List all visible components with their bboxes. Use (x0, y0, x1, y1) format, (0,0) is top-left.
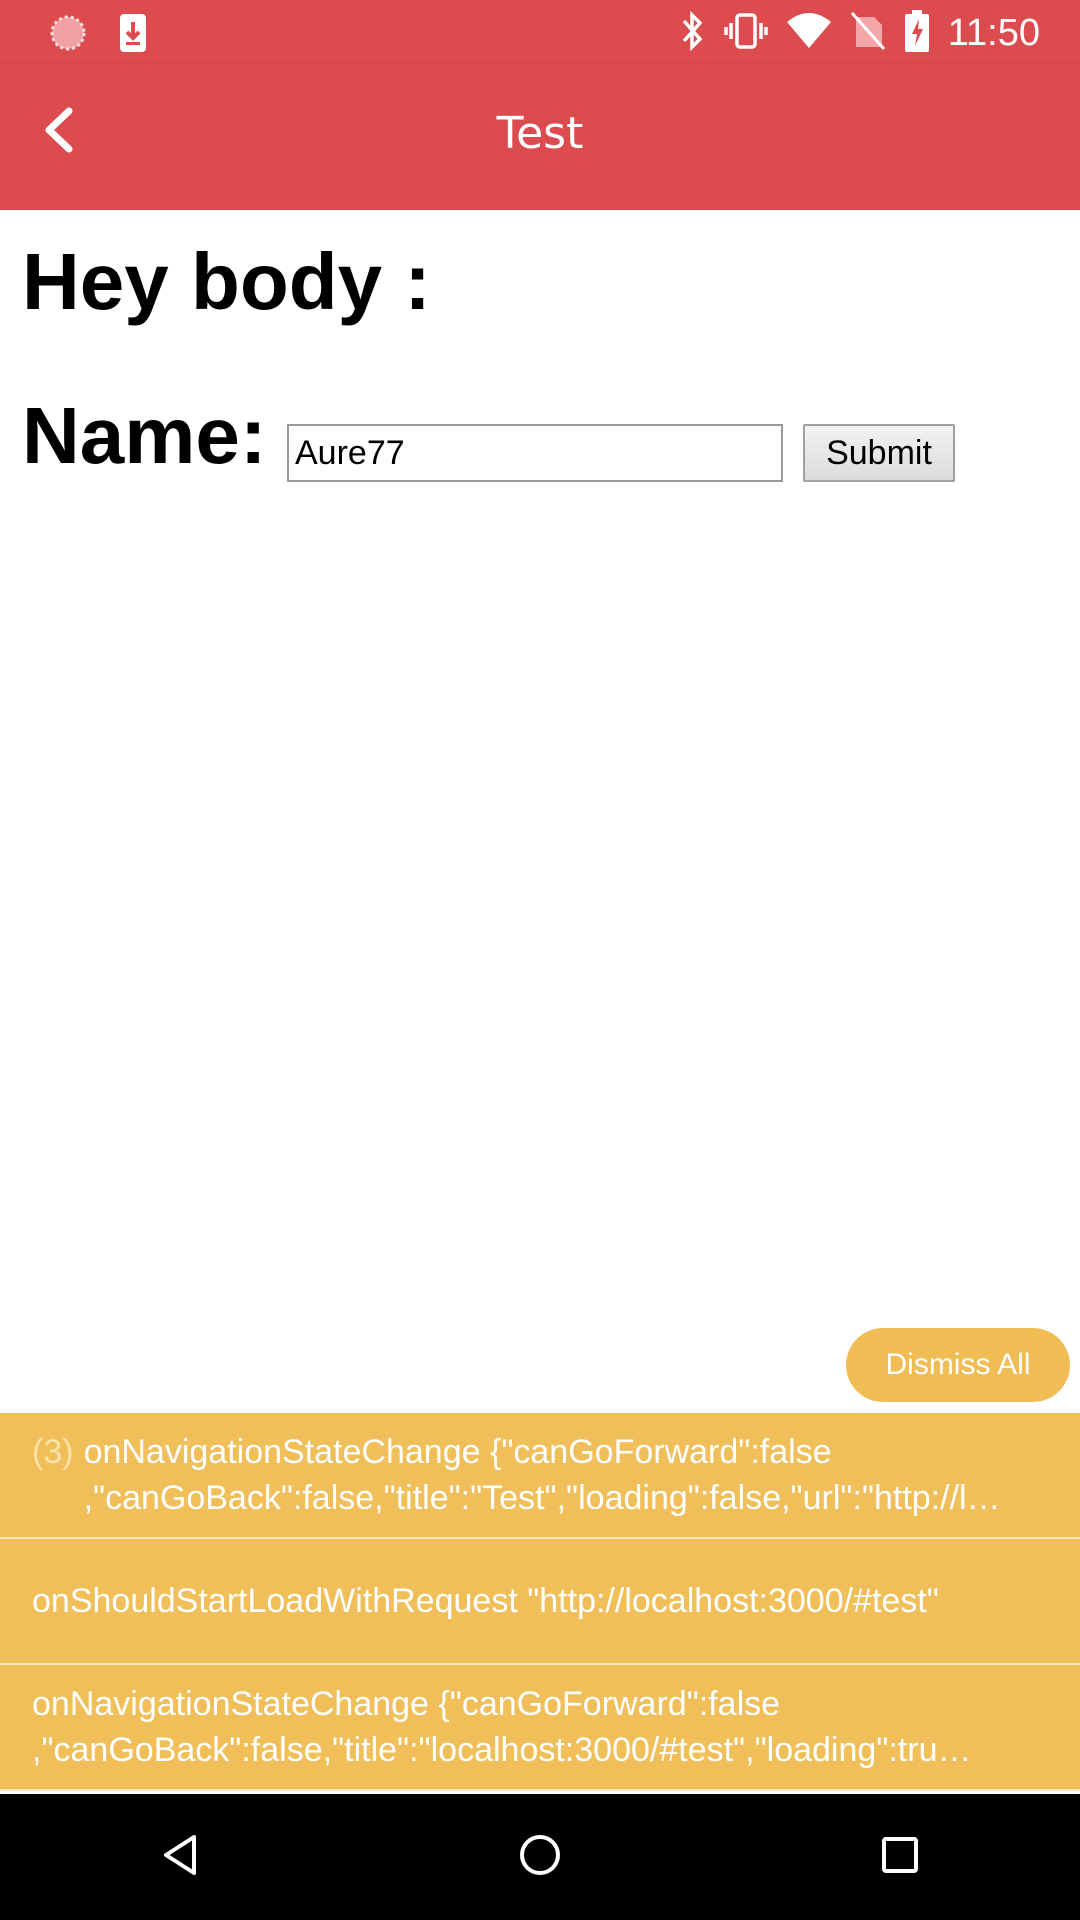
log-message-line: onShouldStartLoadWithRequest "http://loc… (32, 1582, 939, 1620)
name-input[interactable] (287, 424, 783, 482)
home-circle-icon (518, 1833, 562, 1881)
log-message-line: ,"canGoBack":false,"title":"Test","loadi… (83, 1479, 1001, 1517)
log-message-line: ,"canGoBack":false,"title":"localhost:30… (32, 1731, 972, 1769)
status-bar: 11:50 (0, 0, 1080, 64)
bluetooth-icon (680, 10, 706, 55)
nav-home-button[interactable] (490, 1807, 590, 1907)
submit-button[interactable]: Submit (803, 424, 955, 482)
loading-icon (48, 13, 88, 57)
page-title: Test (496, 108, 584, 159)
battery-charging-icon (904, 10, 930, 56)
log-warning-item[interactable]: (3) onNavigationStateChange {"canGoForwa… (0, 1413, 1080, 1539)
yellowbox-log-list: (3) onNavigationStateChange {"canGoForwa… (0, 1413, 1080, 1791)
log-warning-item[interactable]: onNavigationStateChange {"canGoForward":… (0, 1665, 1080, 1791)
page-heading: Hey body : (22, 237, 431, 326)
dismiss-all-button[interactable]: Dismiss All (846, 1328, 1070, 1402)
webview-content: Hey body : Name: Submit (0, 210, 1080, 1413)
vibrate-icon (723, 11, 768, 55)
log-warning-item[interactable]: onShouldStartLoadWithRequest "http://loc… (0, 1539, 1080, 1665)
nav-recents-button[interactable] (850, 1807, 950, 1907)
log-message-line: onNavigationStateChange {"canGoForward":… (32, 1685, 781, 1723)
app-bar: Test (0, 64, 1080, 210)
log-count-badge: (3) (32, 1433, 74, 1471)
name-label: Name: (22, 391, 267, 480)
status-time: 11:50 (947, 11, 1040, 54)
back-triangle-icon (160, 1833, 200, 1881)
nav-back-button[interactable] (130, 1807, 230, 1907)
no-sim-icon (850, 11, 886, 55)
log-message-line: onNavigationStateChange {"canGoForward":… (83, 1433, 832, 1471)
recents-square-icon (880, 1835, 920, 1879)
system-navigation-bar (0, 1794, 1080, 1920)
wifi-icon (786, 12, 832, 54)
download-icon (118, 12, 148, 58)
